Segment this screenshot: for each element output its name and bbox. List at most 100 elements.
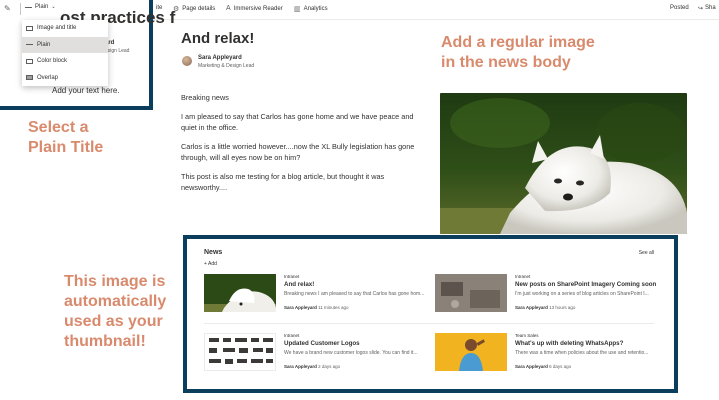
news-card[interactable]: Intranet New posts on SharePoint Imagery…: [435, 274, 656, 319]
news-category: Intranet: [284, 274, 300, 279]
desk-thumbnail: [435, 274, 507, 312]
news-time: 13 hours ago: [549, 305, 576, 310]
news-meta: Intranet And relax! Breaking news I am p…: [284, 274, 424, 310]
menu-item-color-block[interactable]: Color block: [22, 53, 108, 70]
news-byline: Sara Appleyard 11 minutes ago: [284, 305, 424, 310]
author-name[interactable]: Sara Appleyard: [198, 55, 242, 61]
news-time: 11 minutes ago: [318, 305, 349, 310]
news-card[interactable]: Team Sales What's up with deleting Whats…: [435, 333, 655, 378]
see-all-link[interactable]: See all: [639, 250, 654, 256]
chevron-down-icon: ⌄: [51, 4, 56, 10]
annotation-line: thumbnail!: [64, 333, 146, 350]
analytics-label: Analytics: [303, 6, 328, 12]
dog-thumbnail: [204, 274, 276, 312]
layout-menu: Image and title Plain Color block Overla…: [22, 20, 108, 86]
menu-item-label: Plain: [37, 41, 51, 48]
news-author: Sara Appleyard: [515, 364, 548, 369]
news-time: 6 days ago: [549, 364, 572, 369]
immersive-reader-label: Immersive Reader: [233, 5, 283, 12]
logos-thumbnail: [205, 334, 275, 370]
share-label: Sha: [705, 5, 716, 11]
article-title: And relax!: [181, 30, 255, 47]
news-title[interactable]: Updated Customer Logos: [284, 340, 424, 347]
posted-status: Posted: [670, 5, 689, 11]
news-snippet: I'm just working on a series of blog art…: [515, 291, 649, 297]
annotation-line: used as your: [64, 313, 163, 330]
dog-photo: [440, 93, 687, 234]
news-heading: News: [204, 249, 223, 256]
person-thumbnail: [435, 333, 507, 371]
news-category: Intranet: [284, 333, 300, 338]
chart-icon: ▥: [294, 6, 301, 13]
page-details-button[interactable]: ⚙ Page details: [173, 5, 215, 13]
body-placeholder[interactable]: Add your text here.: [52, 86, 120, 95]
news-byline: Sara Appleyard 6 days ago: [515, 364, 655, 369]
news-thumbnail: [435, 274, 507, 312]
article-paragraph: I am pleased to say that Carlos has gone…: [181, 112, 414, 133]
news-author: Sara Appleyard: [284, 364, 317, 369]
annotation-line: Plain Title: [28, 139, 104, 156]
news-category: Intranet: [515, 274, 531, 279]
menu-item-label: Overlap: [37, 74, 59, 81]
add-news-button[interactable]: + Add: [204, 261, 217, 267]
news-thumbnail: [204, 274, 276, 312]
news-web-part: News See all + Add Intranet And relax! B…: [183, 235, 678, 393]
annotation-line: in the news body: [441, 54, 571, 71]
news-thumbnail: [435, 333, 507, 371]
news-card[interactable]: Intranet And relax! Breaking news I am p…: [204, 274, 424, 319]
page-details-label: Page details: [182, 6, 216, 12]
news-meta: Intranet New posts on SharePoint Imagery…: [515, 274, 656, 310]
image-title-icon: [26, 25, 33, 31]
news-title[interactable]: What's up with deleting WhatsApps?: [515, 340, 655, 347]
annotation-select-plain: Select a Plain Title: [28, 118, 138, 158]
separator: [20, 3, 21, 15]
menu-item-overlap[interactable]: Overlap: [22, 70, 108, 87]
overlap-icon: [26, 75, 33, 81]
layout-icon: [25, 6, 32, 8]
news-byline: Sara Appleyard 13 hours ago: [515, 305, 655, 310]
news-snippet: There was a time when policies about the…: [515, 350, 649, 356]
article-paragraph: Carlos is a little worried however....no…: [181, 142, 415, 163]
news-title[interactable]: And relax!: [284, 281, 424, 288]
pencil-icon[interactable]: ✎: [4, 4, 11, 13]
menu-item-label: Color block: [37, 58, 68, 65]
news-meta: Intranet Updated Customer Logos We have …: [284, 333, 424, 369]
news-author: Sara Appleyard: [284, 305, 317, 310]
analytics-button[interactable]: ▥ Analytics: [294, 5, 328, 13]
immersive-reader-button[interactable]: A Immersive Reader: [226, 5, 283, 12]
news-author: Sara Appleyard: [515, 305, 548, 310]
layout-dropdown-value: Plain: [35, 4, 49, 10]
news-title[interactable]: New posts on SharePoint Imagery Coming s…: [515, 281, 656, 288]
news-snippet: Breaking news I am pleased to say that C…: [284, 291, 424, 297]
ghost-role: esign Lead: [105, 48, 130, 54]
title-layout-panel: ✎ Plain ⌄ ost practices f ard esign Lead…: [0, 0, 175, 110]
article-hero-image[interactable]: [440, 93, 687, 234]
annotation-line: automatically: [64, 293, 167, 310]
news-time: 2 days ago: [318, 364, 341, 369]
news-meta: Team Sales What's up with deleting Whats…: [515, 333, 655, 369]
menu-item-image-and-title[interactable]: Image and title: [22, 20, 108, 37]
news-byline: Sara Appleyard 2 days ago: [284, 364, 424, 369]
annotation-line: This image is: [64, 273, 166, 290]
plain-icon: [26, 44, 33, 46]
news-category: Team Sales: [515, 333, 539, 338]
author-role: Marketing & Design Lead: [198, 63, 255, 69]
news-snippet: We have a brand new customer logos slide…: [284, 350, 418, 356]
menu-item-plain[interactable]: Plain: [22, 36, 108, 53]
article-paragraph: This post is also me testing for a blog …: [181, 172, 385, 193]
annotation-line: Add a regular image: [441, 34, 595, 51]
color-block-icon: [26, 58, 33, 64]
annotation-regular-image: Add a regular image in the news body: [441, 33, 701, 73]
layout-dropdown[interactable]: Plain ⌄: [25, 4, 56, 10]
annotation-line: Select a: [28, 119, 89, 136]
article-paragraph: Breaking news: [181, 93, 229, 102]
menu-item-label: Image and title: [37, 25, 77, 32]
reader-icon: A: [226, 5, 231, 12]
news-thumbnail: [204, 333, 276, 371]
share-button[interactable]: ↪ Sha: [698, 5, 716, 12]
news-card[interactable]: Intranet Updated Customer Logos We have …: [204, 333, 424, 378]
share-icon: ↪: [698, 6, 704, 12]
annotation-thumbnail: This image is automatically used as your…: [64, 272, 182, 352]
divider: [204, 323, 654, 324]
avatar: [182, 56, 192, 66]
